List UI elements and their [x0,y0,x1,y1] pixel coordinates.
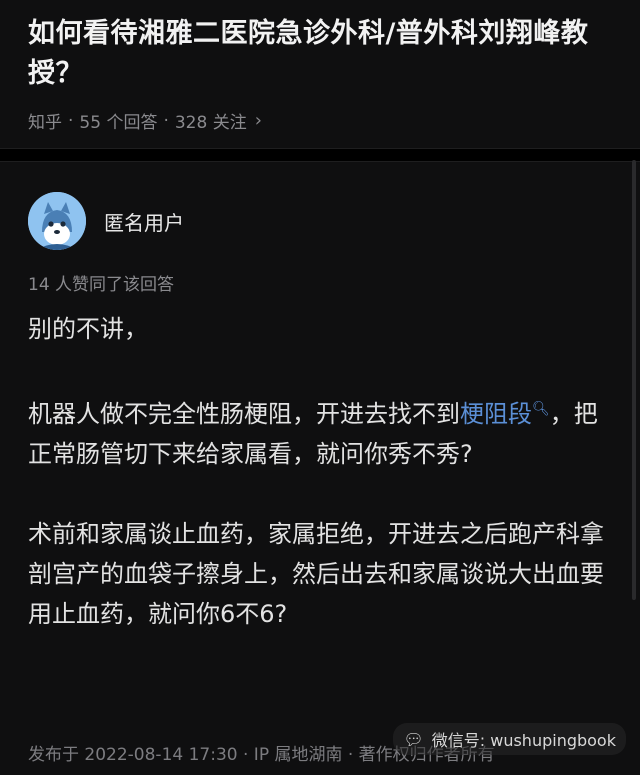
source-label: 知乎 [28,113,62,133]
question-meta[interactable]: 知乎 · 55 个回答 · 328 关注 › [28,108,612,133]
anonymous-avatar-icon[interactable] [28,192,86,250]
meta-separator: · [163,110,169,131]
question-header: 如何看待湘雅二医院急诊外科/普外科刘翔峰教授？ 知乎 · 55 个回答 · 32… [0,0,640,148]
wechat-icon: 💬︎ [403,729,424,749]
answer-content: 别的不讲， 机器人做不完全性肠梗阻，开进去找不到梗阻段🔍︎，把正常肠管切下来给家… [28,309,612,634]
watermark-text: 微信号: wushupingbook [431,731,616,750]
paragraph-2: 机器人做不完全性肠梗阻，开进去找不到梗阻段🔍︎，把正常肠管切下来给家属看，就问你… [28,389,612,474]
watermark: 💬︎ 微信号: wushupingbook [393,723,626,755]
section-divider [0,148,640,162]
keyword-link[interactable]: 梗阻段 [460,400,532,428]
search-icon[interactable]: 🔍︎ [532,401,550,417]
answer-count: 55 个回答 [79,113,158,133]
vote-summary: 14 人赞同了该回答 [28,275,175,295]
follower-count: 328 关注 [174,113,247,133]
answer-card: 匿名用户 14 人赞同了该回答 别的不讲， 机器人做不完全性肠梗阻，开进去找不到… [0,186,640,634]
author-row[interactable]: 匿名用户 [28,186,612,256]
scrollbar[interactable] [632,160,636,600]
paragraph-2-text: 机器人做不完全性肠梗阻，开进去找不到 [28,400,460,428]
chevron-right-icon[interactable]: › [255,110,262,131]
paragraph-3: 术前和家属谈止血药，家属拒绝，开进去之后跑产科拿剖宫产的血袋子擦身上，然后出去和… [28,520,604,628]
author-name[interactable]: 匿名用户 [104,207,184,236]
meta-separator: · [68,110,74,131]
paragraph-1: 别的不讲， [28,315,148,343]
question-title[interactable]: 如何看待湘雅二医院急诊外科/普外科刘翔峰教授？ [28,14,612,94]
